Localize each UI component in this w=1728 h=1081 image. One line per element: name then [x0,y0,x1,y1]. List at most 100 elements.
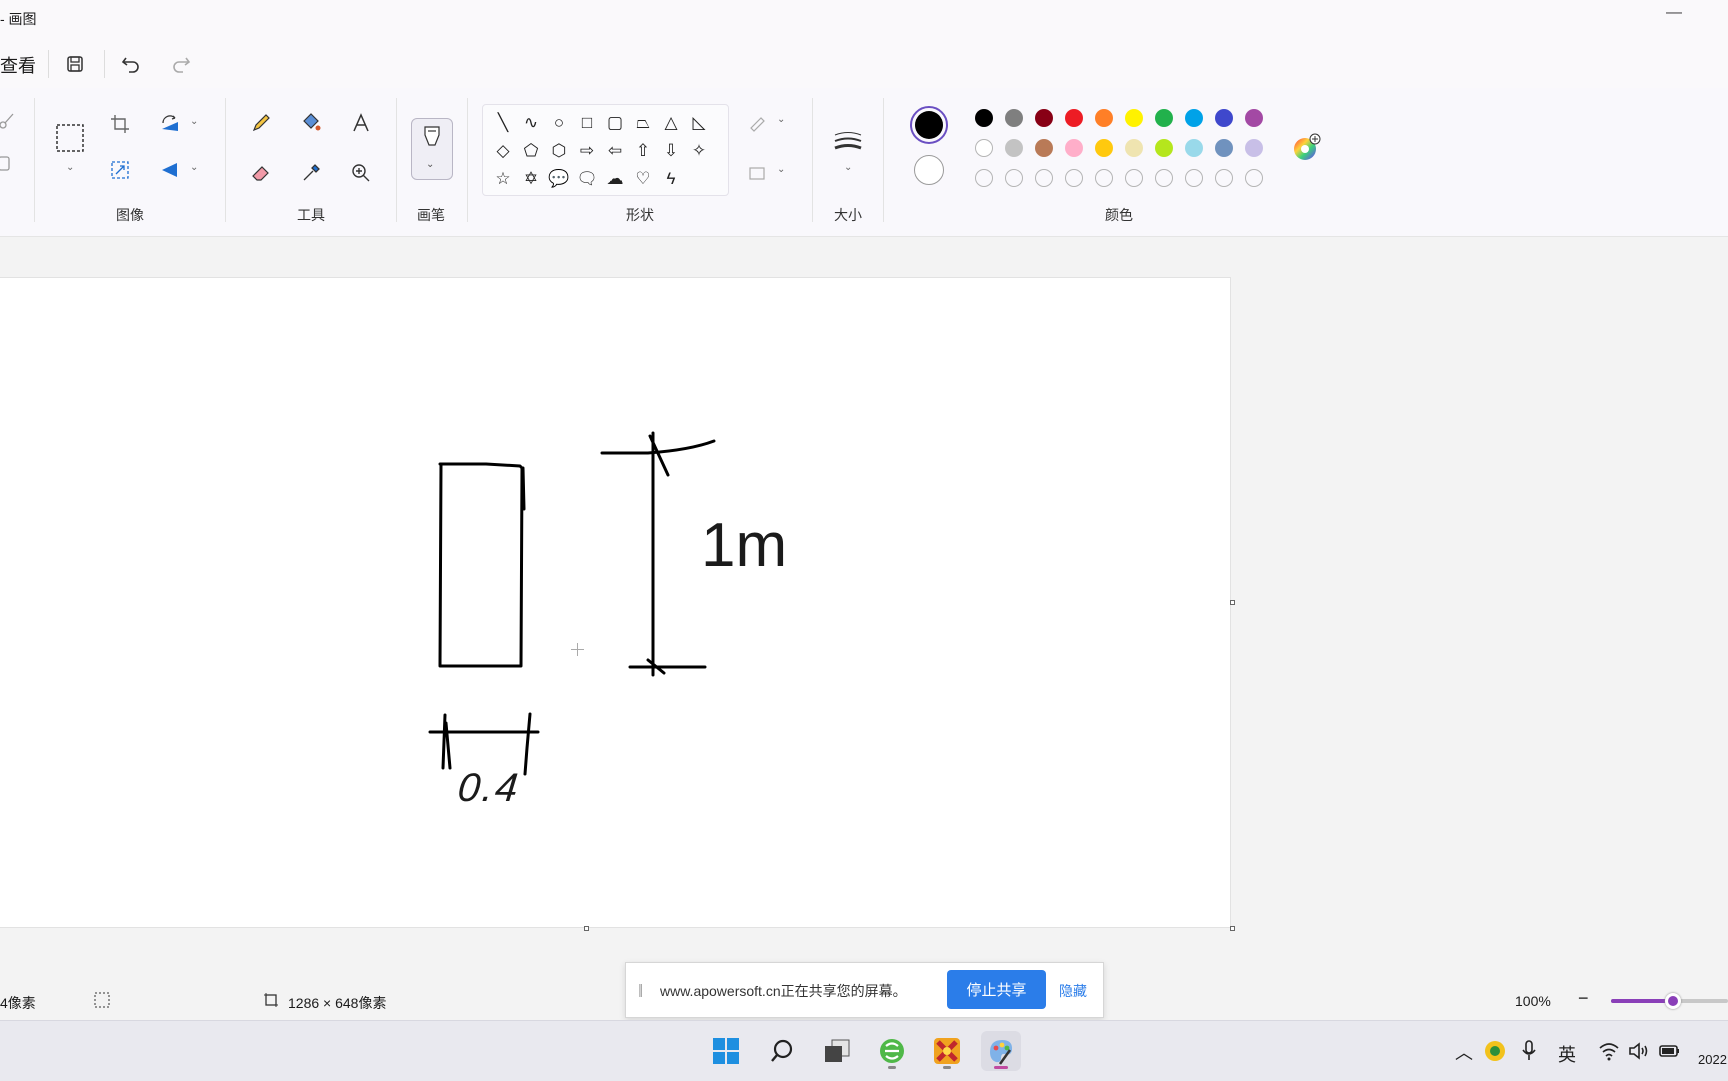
resize-handle-bottom[interactable] [584,926,589,931]
right-triangle-icon[interactable]: ◺ [685,109,713,137]
fill-shape-button[interactable] [743,158,773,188]
hide-link[interactable]: 隐藏 [1059,981,1087,1001]
search-button[interactable] [762,1031,802,1071]
color-swatch[interactable] [1245,109,1263,127]
chevron-down-icon[interactable]: ⌄ [844,162,852,173]
resize-handle-right[interactable] [1230,600,1235,605]
paste-icon[interactable] [0,148,20,178]
pentagon-icon[interactable]: ⬠ [517,137,545,165]
flip-button[interactable] [155,155,185,185]
custom-color-slot[interactable] [1065,169,1083,187]
menu-view[interactable]: 查看 [0,52,36,78]
cut-icon[interactable] [0,106,22,136]
paint-app-button[interactable] [981,1031,1021,1071]
crop-button[interactable] [105,109,135,139]
secondary-color[interactable] [914,155,944,185]
zoom-slider-thumb[interactable] [1665,993,1681,1009]
chevron-down-icon[interactable]: ⌄ [190,162,198,173]
magnifier-button[interactable] [346,158,376,188]
custom-color-slot[interactable] [975,169,993,187]
custom-color-slot[interactable] [1005,169,1023,187]
outline-button[interactable] [743,108,773,138]
task-view-button[interactable] [817,1031,857,1071]
rounded-callout-icon[interactable]: 💬 [545,165,573,193]
zoom-slider[interactable] [1611,993,1728,1009]
color-swatch[interactable] [1245,139,1263,157]
brushes-button[interactable]: ⌄ [411,118,453,180]
ime-indicator[interactable]: 英 [1558,1041,1576,1067]
color-swatch[interactable] [1005,139,1023,157]
app-button[interactable] [927,1031,967,1071]
color-swatch[interactable] [1125,109,1143,127]
rounded-rectangle-icon[interactable]: ▢ [601,109,629,137]
custom-color-slot[interactable] [1185,169,1203,187]
select-button[interactable] [54,122,86,154]
color-swatch[interactable] [1185,109,1203,127]
color-swatch[interactable] [975,109,993,127]
oval-icon[interactable]: ○ [545,109,573,137]
five-point-star-icon[interactable]: ☆ [489,165,517,193]
color-swatch[interactable] [1155,109,1173,127]
custom-color-slot[interactable] [1155,169,1173,187]
color-swatch[interactable] [1065,139,1083,157]
heart-icon[interactable]: ♡ [629,165,657,193]
zoom-out-button[interactable]: − [1578,988,1589,1009]
start-button[interactable] [706,1031,746,1071]
eraser-button[interactable] [246,158,276,188]
minimize-button[interactable]: — [1662,4,1686,28]
drawing-canvas[interactable]: 0.4 1m [0,278,1230,927]
color-swatch[interactable] [1215,109,1233,127]
left-arrow-icon[interactable]: ⇦ [601,137,629,165]
color-swatch[interactable] [1155,139,1173,157]
cloud-callout-icon[interactable]: ☁ [601,165,629,193]
custom-color-slot[interactable] [1245,169,1263,187]
color-swatch[interactable] [1035,139,1053,157]
rectangle-icon[interactable]: □ [573,109,601,137]
oval-callout-icon[interactable]: 🗨 [573,165,601,193]
text-button[interactable] [346,108,376,138]
custom-color-slot[interactable] [1035,169,1053,187]
triangle-icon[interactable]: △ [657,109,685,137]
undo-button[interactable] [117,50,145,78]
fill-button[interactable] [296,108,326,138]
custom-color-slot[interactable] [1125,169,1143,187]
hexagon-icon[interactable]: ⬡ [545,137,573,165]
resize-handle-corner[interactable] [1230,926,1235,931]
color-swatch[interactable] [1095,139,1113,157]
show-hidden-icons-chevron-icon[interactable]: ︿ [1455,1039,1473,1065]
lightning-icon[interactable]: ϟ [657,165,685,193]
stop-sharing-button[interactable]: 停止共享 [947,970,1046,1009]
color-swatch[interactable] [1215,139,1233,157]
chevron-down-icon[interactable]: ⌄ [190,116,198,127]
up-arrow-icon[interactable]: ⇧ [629,137,657,165]
diamond-icon[interactable]: ◇ [489,137,517,165]
four-point-star-icon[interactable]: ✧ [685,137,713,165]
chevron-down-icon[interactable]: ⌄ [66,162,74,173]
color-swatch[interactable] [1095,109,1113,127]
chevron-down-icon[interactable]: ⌄ [777,164,785,175]
pencil-button[interactable] [246,108,276,138]
curve-icon[interactable]: ∿ [517,109,545,137]
color-swatch[interactable] [975,139,993,157]
save-button[interactable] [61,50,89,78]
resize-button[interactable] [105,155,135,185]
color-swatch[interactable] [1005,109,1023,127]
redo-button[interactable] [167,50,195,78]
chevron-down-icon[interactable]: ⌄ [777,114,785,125]
edit-colors-button[interactable] [1292,132,1322,162]
line-icon[interactable]: ╲ [489,109,517,137]
color-swatch[interactable] [1065,109,1083,127]
right-arrow-icon[interactable]: ⇨ [573,137,601,165]
browser-button[interactable] [872,1031,912,1071]
drag-handle-icon[interactable]: || [638,981,643,997]
clock-date[interactable]: 2022 [1698,1052,1727,1067]
rotate-button[interactable] [155,109,185,139]
color-swatch[interactable] [1035,109,1053,127]
size-button[interactable] [831,126,865,156]
primary-color[interactable] [910,106,948,144]
custom-color-slot[interactable] [1095,169,1113,187]
color-swatch[interactable] [1125,139,1143,157]
color-picker-button[interactable] [296,158,326,188]
custom-color-slot[interactable] [1215,169,1233,187]
down-arrow-icon[interactable]: ⇩ [657,137,685,165]
